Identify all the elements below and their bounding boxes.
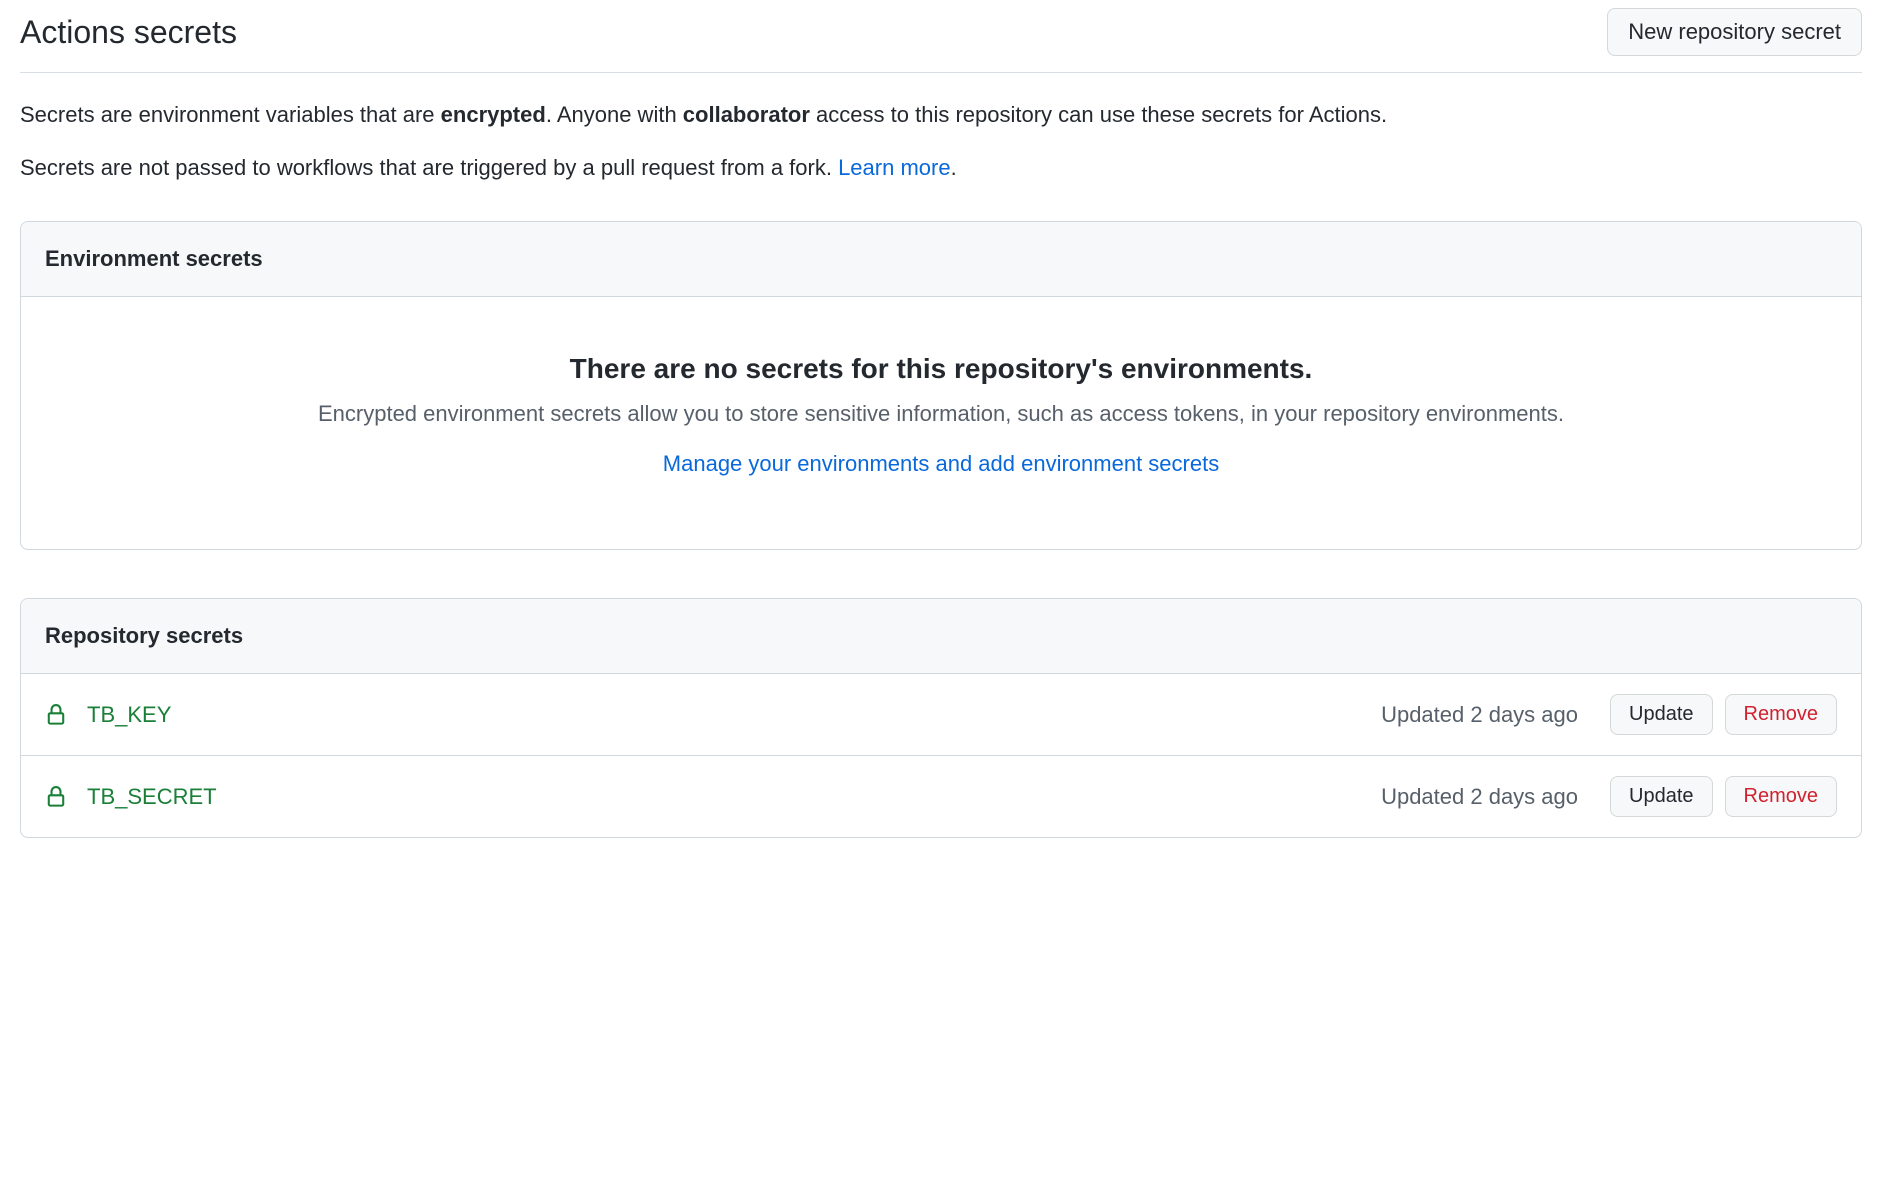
intro-paragraph-2: Secrets are not passed to workflows that…: [20, 150, 1862, 185]
intro-strong-encrypted: encrypted: [441, 102, 546, 127]
secret-actions: Update Remove: [1610, 776, 1837, 817]
intro-text-span: .: [951, 155, 957, 180]
page-header: Actions secrets New repository secret: [20, 0, 1862, 73]
update-button[interactable]: Update: [1610, 694, 1713, 735]
intro-strong-collaborator: collaborator: [683, 102, 810, 127]
intro-paragraph-1: Secrets are environment variables that a…: [20, 97, 1862, 132]
learn-more-link[interactable]: Learn more: [838, 155, 951, 180]
page-title: Actions secrets: [20, 14, 237, 51]
manage-environments-link[interactable]: Manage your environments and add environ…: [663, 451, 1219, 476]
intro-text-span: Secrets are environment variables that a…: [20, 102, 441, 127]
remove-button[interactable]: Remove: [1725, 776, 1837, 817]
intro-text-span: . Anyone with: [546, 102, 683, 127]
secret-name: TB_SECRET: [87, 784, 1381, 810]
lock-icon: [45, 704, 67, 726]
environment-secrets-panel: Environment secrets There are no secrets…: [20, 221, 1862, 550]
empty-title: There are no secrets for this repository…: [53, 353, 1829, 385]
remove-button[interactable]: Remove: [1725, 694, 1837, 735]
update-button[interactable]: Update: [1610, 776, 1713, 817]
new-repository-secret-button[interactable]: New repository secret: [1607, 8, 1862, 56]
secret-row: TB_KEYUpdated 2 days ago Update Remove: [21, 674, 1861, 756]
intro-text: Secrets are environment variables that a…: [20, 97, 1862, 185]
environment-secrets-heading: Environment secrets: [21, 222, 1861, 297]
secret-updated: Updated 2 days ago: [1381, 784, 1578, 810]
secret-actions: Update Remove: [1610, 694, 1837, 735]
repository-secrets-panel: Repository secrets TB_KEYUpdated 2 days …: [20, 598, 1862, 838]
environment-secrets-empty: There are no secrets for this repository…: [21, 297, 1861, 549]
lock-icon: [45, 786, 67, 808]
secret-updated: Updated 2 days ago: [1381, 702, 1578, 728]
secret-name: TB_KEY: [87, 702, 1381, 728]
intro-text-span: access to this repository can use these …: [810, 102, 1387, 127]
repository-secrets-heading: Repository secrets: [21, 599, 1861, 674]
secret-row: TB_SECRETUpdated 2 days ago Update Remove: [21, 756, 1861, 837]
intro-text-span: Secrets are not passed to workflows that…: [20, 155, 838, 180]
empty-description: Encrypted environment secrets allow you …: [53, 401, 1829, 427]
